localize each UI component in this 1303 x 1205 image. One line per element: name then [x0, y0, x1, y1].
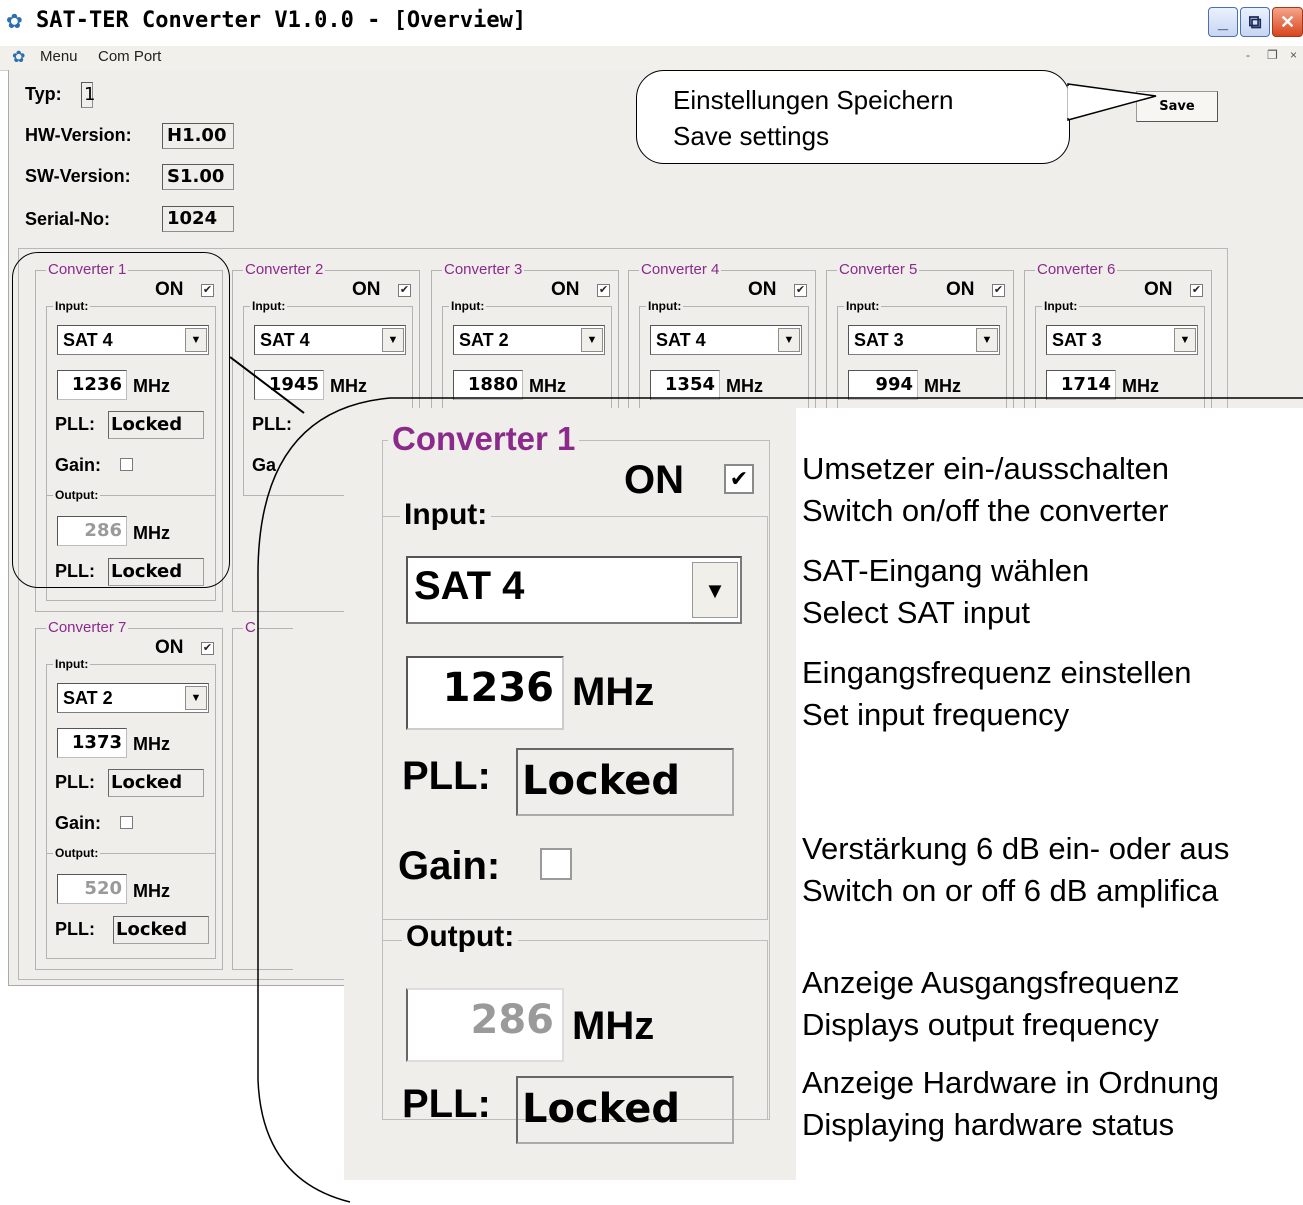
mdi-restore-button[interactable]: ❐: [1267, 48, 1278, 62]
annotation-output-de: Anzeige Ausgangsfrequenz: [802, 965, 1180, 1000]
close-button[interactable]: ✕: [1272, 7, 1303, 37]
converter-3-input-value: SAT 2: [459, 330, 509, 350]
menu-bar: ✿ Menu Com Port - ❐ ×: [0, 46, 1303, 71]
title-bar: ✿ SAT-TER Converter V1.0.0 - [Overview] …: [0, 0, 1303, 46]
converter-7-input-frequency[interactable]: 1373: [57, 728, 127, 758]
converter-7-gain-label: Gain:: [55, 813, 102, 833]
converter-7-pll-status: Locked: [108, 769, 204, 797]
converter-2-input-label: Input:: [250, 299, 288, 313]
callout-pointer: [1067, 83, 1157, 121]
converter-4-on-checkbox[interactable]: ✔: [794, 284, 807, 297]
hw-version-label: HW-Version:: [25, 125, 132, 145]
converter-6-input-select[interactable]: SAT 3 ▼: [1046, 325, 1198, 355]
converter-7-output-frequency: 520: [57, 874, 127, 904]
converter-2-on-label: ON: [352, 279, 381, 300]
annotation-output-en: Displays output frequency: [802, 1007, 1159, 1042]
mdi-minimize-button[interactable]: -: [1246, 48, 1250, 62]
converter-7-gain-checkbox[interactable]: [120, 816, 133, 829]
converter-7-title: Converter 7: [46, 619, 129, 636]
annotation-gain-en: Switch on or off 6 dB amplifica: [802, 873, 1219, 908]
converter-7-input-label: Input:: [53, 657, 91, 671]
converter-6-input-value: SAT 3: [1052, 330, 1102, 350]
converter-5-on-label: ON: [946, 279, 975, 300]
converter-6-input-label: Input:: [1042, 299, 1080, 313]
save-callout-line-1: Einstellungen Speichern: [673, 85, 954, 115]
converter-2-title: Converter 2: [243, 261, 326, 278]
annotation-switch-de: Umsetzer ein-/ausschalten: [802, 451, 1169, 486]
restore-button[interactable]: ⧉: [1240, 7, 1270, 37]
window-title: SAT-TER Converter V1.0.0 - [Overview]: [36, 8, 527, 33]
converter-7-output-pll-status: Locked: [113, 916, 209, 944]
converter-4-input-label: Input:: [646, 299, 684, 313]
converter-2-input-value: SAT 4: [260, 330, 310, 350]
converter-5-input-value: SAT 3: [854, 330, 904, 350]
converter-2-input-select[interactable]: SAT 4 ▼: [254, 325, 406, 355]
converter-7-output-group: Output: 520 MHz PLL: Locked: [46, 846, 216, 959]
converter-3-input-select[interactable]: SAT 2 ▼: [453, 325, 605, 355]
converter-3-on-label: ON: [551, 279, 580, 300]
app-menu-icon[interactable]: ✿: [12, 47, 25, 67]
menu-item-com-port[interactable]: Com Port: [98, 48, 161, 65]
annotation-input-en: Select SAT input: [802, 595, 1031, 630]
chevron-down-icon[interactable]: ▼: [185, 686, 207, 710]
save-callout-line-2: Save settings: [673, 121, 830, 151]
chevron-down-icon[interactable]: ▼: [778, 328, 800, 352]
converter-7-input-select[interactable]: SAT 2 ▼: [57, 683, 209, 713]
converter-7-output-pll-label: PLL:: [55, 919, 95, 939]
converter-7-input-group: Input: SAT 2 ▼ 1373 MHz PLL: Locked Gain…: [46, 657, 216, 854]
chevron-down-icon[interactable]: ▼: [382, 328, 404, 352]
converter-1-highlight: [12, 252, 230, 588]
converter-4-input-select[interactable]: SAT 4 ▼: [650, 325, 802, 355]
converter-5-on-checkbox[interactable]: ✔: [992, 284, 1005, 297]
annotation-hardware-en: Displaying hardware status: [802, 1107, 1175, 1142]
converter-2-on-checkbox[interactable]: ✔: [398, 284, 411, 297]
converter-7-panel: Converter 7 ON ✔ Input: SAT 2 ▼ 1373 MHz…: [35, 619, 223, 970]
converter-4-title: Converter 4: [639, 261, 722, 278]
mdi-close-button[interactable]: ×: [1290, 48, 1297, 62]
converter-7-output-mhz: MHz: [133, 881, 170, 901]
converter-7-pll-label: PLL:: [55, 772, 95, 792]
annotation-switch-en: Switch on/off the converter: [802, 493, 1169, 528]
menu-item-menu[interactable]: Menu: [40, 48, 78, 65]
converter-5-input-select[interactable]: SAT 3 ▼: [848, 325, 1000, 355]
annotation-frequency-en: Set input frequency: [802, 697, 1070, 732]
converter-4-on-label: ON: [748, 279, 777, 300]
converter-7-output-label: Output:: [53, 846, 101, 860]
sw-version-label: SW-Version:: [25, 166, 131, 186]
converter-5-title: Converter 5: [837, 261, 920, 278]
chevron-down-icon[interactable]: ▼: [581, 328, 603, 352]
serial-no-value: 1024: [162, 206, 234, 232]
converter-3-on-checkbox[interactable]: ✔: [597, 284, 610, 297]
chevron-down-icon[interactable]: ▼: [1174, 328, 1196, 352]
app-icon: ✿: [6, 11, 23, 33]
serial-no-label: Serial-No:: [25, 209, 111, 229]
annotation-gain-de: Verstärkung 6 dB ein- oder aus: [802, 831, 1230, 866]
typ-label: Typ:: [25, 84, 62, 104]
converter-6-on-checkbox[interactable]: ✔: [1190, 284, 1203, 297]
converter-7-mhz-label: MHz: [133, 734, 170, 754]
converter-7-on-checkbox[interactable]: ✔: [201, 642, 214, 655]
converter-4-input-value: SAT 4: [656, 330, 706, 350]
converter-5-input-label: Input:: [844, 299, 882, 313]
converter-7-input-value: SAT 2: [63, 688, 113, 708]
save-settings-callout: Einstellungen Speichern Save settings: [636, 70, 1070, 164]
converter-3-input-label: Input:: [449, 299, 487, 313]
sw-version-value: S1.00: [162, 164, 234, 190]
chevron-down-icon[interactable]: ▼: [976, 328, 998, 352]
hw-version-value: H1.00: [162, 123, 234, 149]
minimize-button[interactable]: _: [1208, 7, 1238, 37]
converter-3-title: Converter 3: [442, 261, 525, 278]
annotation-frequency-de: Eingangsfrequenz einstellen: [802, 655, 1192, 690]
annotation-hardware-de: Anzeige Hardware in Ordnung: [802, 1065, 1220, 1100]
annotation-input-de: SAT-Eingang wählen: [802, 553, 1090, 588]
converter-7-on-label: ON: [155, 637, 184, 658]
converter-6-on-label: ON: [1144, 279, 1173, 300]
typ-value: 1: [81, 82, 95, 108]
converter-6-title: Converter 6: [1035, 261, 1118, 278]
